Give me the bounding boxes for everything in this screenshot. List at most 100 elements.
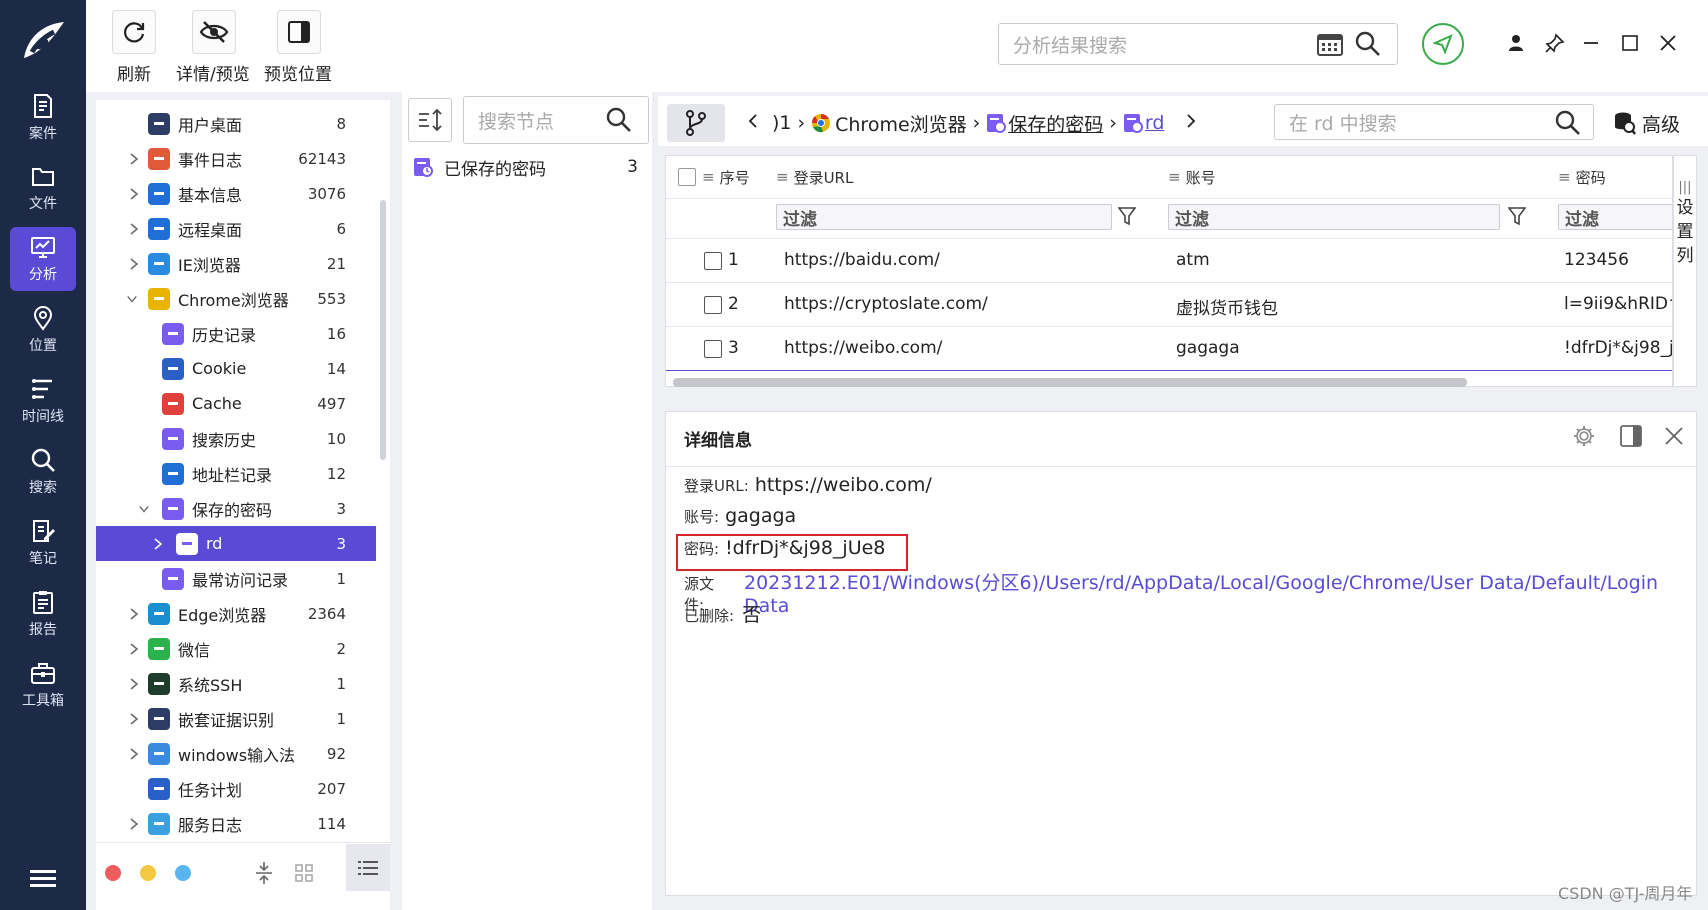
node-item-saved-passwords[interactable]: 已保存的密码 3: [412, 152, 638, 182]
rd-search-input[interactable]: 在 rd 中搜索: [1274, 104, 1594, 140]
tree-item-info[interactable]: 基本信息 3076: [96, 176, 376, 211]
tree-item-ssh[interactable]: 系统SSH 1: [96, 666, 376, 701]
advanced-search-button[interactable]: 高级: [1614, 104, 1680, 142]
app-logo: [0, 0, 86, 82]
pin-icon[interactable]: [1542, 30, 1568, 56]
maximize-icon[interactable]: [1617, 30, 1643, 56]
nav-item-case[interactable]: 案件: [10, 86, 76, 150]
filter-icon[interactable]: [1507, 206, 1527, 230]
account-filter-input[interactable]: 过滤: [1168, 204, 1500, 230]
tree-item-password[interactable]: 保存的密码 3: [96, 491, 376, 526]
user-icon[interactable]: [1503, 30, 1529, 56]
search-icon[interactable]: [606, 107, 632, 138]
tree-item-top-sites[interactable]: 最常访问记录 1: [96, 561, 376, 596]
tree-item-edge[interactable]: Edge浏览器 2364: [96, 596, 376, 631]
detail-preview-button[interactable]: 详情/预览: [176, 10, 250, 85]
tree-item-address-bar[interactable]: 地址栏记录 12: [96, 456, 376, 491]
close-icon[interactable]: [1664, 426, 1684, 450]
tree-item-keyboard[interactable]: windows输入法 92: [96, 736, 376, 771]
table-row[interactable]: 1 https://baidu.com/atm 123456: [666, 238, 1672, 283]
list-view-icon[interactable]: [346, 844, 390, 891]
search-icon[interactable]: [1355, 31, 1381, 62]
nav-item-search[interactable]: 搜索: [10, 440, 76, 504]
column-header-account[interactable]: ≡ 账号: [1168, 156, 1216, 198]
tree-item-label: 搜索历史: [192, 430, 257, 450]
tree-item-search-history[interactable]: 搜索历史 10: [96, 421, 376, 456]
nav-item-note[interactable]: 笔记: [10, 511, 76, 575]
tree-item-cache[interactable]: Cache 497: [96, 386, 376, 421]
tree-item-remote-desktop[interactable]: 远程桌面 6: [96, 211, 376, 246]
column-header-seq[interactable]: ≡ 序号: [702, 156, 750, 198]
breadcrumb-partial[interactable]: )1: [772, 112, 792, 134]
chevron-right-icon[interactable]: [128, 152, 140, 165]
tree-item-eventlog[interactable]: 事件日志 62143: [96, 141, 376, 176]
chevron-right-icon[interactable]: [128, 747, 140, 760]
panel-layout-icon[interactable]: [1620, 425, 1642, 451]
chevron-right-icon[interactable]: [128, 817, 140, 830]
chevron-right-icon[interactable]: [1186, 112, 1196, 134]
tree-item-cookie[interactable]: Cookie 14: [96, 351, 376, 386]
chevron-right-icon[interactable]: [128, 187, 140, 200]
tree-item-task-schedule[interactable]: 任务计划 207: [96, 771, 376, 806]
nav-item-timeline[interactable]: 时间线: [10, 369, 76, 433]
analysis-search-input[interactable]: 分析结果搜索: [998, 23, 1398, 65]
breadcrumb-saved-passwords[interactable]: 保存的密码: [1008, 110, 1103, 137]
url-filter-input[interactable]: 过滤: [776, 204, 1112, 230]
password-filter-input[interactable]: 过滤: [1558, 204, 1672, 230]
close-icon[interactable]: [1655, 30, 1681, 56]
branch-button[interactable]: [667, 104, 725, 142]
set-columns-button[interactable]: ||| 设 置 列: [1673, 155, 1697, 387]
sort-button[interactable]: [408, 98, 452, 142]
chevron-down-icon[interactable]: [126, 293, 138, 305]
yellow-tag-dot[interactable]: [140, 865, 156, 881]
branch-icon: [686, 110, 706, 136]
detail-source-link[interactable]: 20231212.E01/Windows(分区6)/Users/rd/AppDa…: [744, 568, 1708, 617]
chevron-right-icon[interactable]: [128, 222, 140, 235]
breadcrumb-chrome[interactable]: Chrome浏览器: [835, 110, 967, 137]
tree-item-password[interactable]: rd 3: [96, 526, 376, 561]
tree-item-desktop[interactable]: 用户桌面 8: [96, 106, 376, 141]
nav-item-location[interactable]: 位置: [10, 298, 76, 362]
chevron-right-icon[interactable]: [128, 677, 140, 690]
filter-icon[interactable]: [1117, 206, 1137, 230]
refresh-button[interactable]: 刷新: [112, 10, 156, 85]
minimize-icon[interactable]: [1578, 30, 1604, 56]
chevron-right-icon[interactable]: [128, 257, 140, 270]
gear-icon[interactable]: [1573, 425, 1595, 451]
tree-item-ie[interactable]: IE浏览器 21: [96, 246, 376, 281]
column-header-password[interactable]: ≡ 密码: [1558, 156, 1606, 198]
red-tag-dot[interactable]: [105, 865, 121, 881]
menu-icon[interactable]: [30, 868, 56, 892]
table-row[interactable]: 3 https://weibo.com/gagaga !dfrDj*&j98_jU: [666, 326, 1672, 371]
calendar-icon[interactable]: [1317, 32, 1343, 61]
tree-item-chrome[interactable]: Chrome浏览器 553: [96, 281, 376, 316]
chevron-down-icon[interactable]: [138, 503, 150, 515]
blue-tag-dot[interactable]: [175, 865, 191, 881]
table-horizontal-scrollbar[interactable]: [673, 378, 1467, 387]
nav-item-report[interactable]: 报告: [10, 582, 76, 646]
select-all-checkbox[interactable]: [678, 168, 696, 186]
chevron-right-icon[interactable]: [128, 712, 140, 725]
tree-item-service-log[interactable]: 服务日志 114: [96, 806, 376, 841]
table-row[interactable]: 2 https://cryptoslate.com/虚拟货币钱包 l=9ii9&hR…: [666, 282, 1672, 327]
tree-item-wechat[interactable]: 微信 2: [96, 631, 376, 666]
shield-status-icon[interactable]: [1422, 23, 1464, 65]
nav-item-file[interactable]: 文件: [10, 156, 76, 220]
tree-item-history[interactable]: 历史记录 16: [96, 316, 376, 351]
preview-position-button[interactable]: 预览位置: [252, 10, 332, 85]
nav-item-analysis[interactable]: 分析: [10, 227, 76, 291]
tree-item-nested-evidence[interactable]: 嵌套证据识别 1: [96, 701, 376, 736]
chevron-right-icon[interactable]: [152, 537, 164, 550]
chevron-right-icon[interactable]: [128, 642, 140, 655]
collapse-icon[interactable]: [254, 861, 274, 889]
search-icon[interactable]: [1555, 110, 1581, 141]
nav-item-toolbox[interactable]: 工具箱: [10, 653, 76, 717]
breadcrumb-rd[interactable]: rd: [1145, 112, 1165, 134]
cache-icon: [162, 392, 184, 415]
column-header-url[interactable]: ≡ 登录URL: [776, 156, 853, 198]
chevron-right-icon[interactable]: [128, 607, 140, 620]
node-search-input[interactable]: 搜索节点: [463, 96, 649, 144]
chevron-left-icon[interactable]: [748, 112, 758, 134]
tree-scrollbar[interactable]: [380, 200, 386, 460]
grid-view-icon[interactable]: [294, 863, 314, 887]
